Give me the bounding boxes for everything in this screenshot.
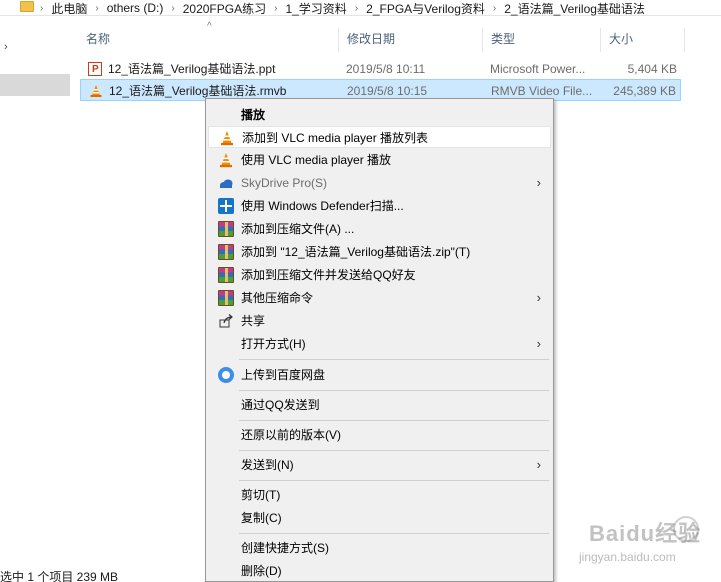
ppt-file-icon <box>88 59 102 81</box>
winrar-icon <box>218 290 234 306</box>
chevron-right-icon[interactable]: › <box>4 41 8 53</box>
file-size: 5,404 KB <box>627 62 677 76</box>
menu-item-label: 添加到 "12_语法篇_Verilog基础语法.zip"(T) <box>241 245 471 259</box>
status-bar: 选中 1 个项目 239 MB <box>0 570 119 582</box>
menu-item-label: SkyDrive Pro(S) <box>241 176 328 190</box>
menu-item-label: 创建快捷方式(S) <box>241 541 329 555</box>
menu-item-label: 复制(C) <box>241 511 282 525</box>
winrar-icon <box>218 244 234 260</box>
navigation-pane[interactable]: › <box>0 17 70 582</box>
menu-item-copy[interactable]: 复制(C) <box>208 507 551 529</box>
menu-item-restore-versions[interactable]: 还原以前的版本(V) <box>208 424 551 446</box>
column-type[interactable]: 类型 <box>483 24 515 54</box>
context-menu[interactable]: 播放 添加到 VLC media player 播放列表 使用 VLC medi… <box>205 98 554 582</box>
menu-item-label: 添加到 VLC media player 播放列表 <box>242 131 429 145</box>
menu-item-vlc-add-playlist[interactable]: 添加到 VLC media player 播放列表 <box>208 126 551 148</box>
menu-item-add-zip[interactable]: 添加到 "12_语法篇_Verilog基础语法.zip"(T) <box>208 241 551 263</box>
menu-item-open-with[interactable]: 打开方式(H) › <box>208 333 551 355</box>
menu-separator <box>239 480 549 481</box>
menu-item-play[interactable]: 播放 <box>208 104 551 126</box>
menu-item-label: 发送到(N) <box>241 458 294 472</box>
column-divider[interactable] <box>684 28 685 52</box>
address-bar[interactable]: › 此电脑 › others (D:) › 2020FPGA练习 › 1_学习资… <box>0 0 721 16</box>
menu-item-skydrive-pro[interactable]: SkyDrive Pro(S) › <box>208 172 551 194</box>
breadcrumb-item[interactable]: 2_语法篇_Verilog基础语法 <box>504 0 645 17</box>
menu-item-label: 还原以前的版本(V) <box>241 428 341 442</box>
menu-item-label: 添加到压缩文件并发送给QQ好友 <box>241 268 416 282</box>
menu-item-cut[interactable]: 剪切(T) <box>208 484 551 506</box>
menu-item-send-to[interactable]: 发送到(N) › <box>208 454 551 476</box>
menu-item-label: 上传到百度网盘 <box>241 368 326 382</box>
breadcrumb-item[interactable]: 2_FPGA与Verilog资料 <box>366 0 485 17</box>
share-icon <box>219 314 233 328</box>
chevron-right-icon: › <box>536 175 541 190</box>
menu-item-send-via-qq[interactable]: 通过QQ发送到 <box>208 394 551 416</box>
breadcrumb-item[interactable]: others (D:) <box>107 1 164 15</box>
watermark: Baidu经验 jingyan.baidu.com <box>555 512 715 576</box>
menu-item-label: 打开方式(H) <box>241 337 306 351</box>
menu-item-label: 删除(D) <box>241 564 282 578</box>
chevron-right-icon[interactable]: › <box>355 3 358 14</box>
menu-item-baidu-upload[interactable]: 上传到百度网盘 <box>208 364 551 386</box>
menu-item-add-archive[interactable]: 添加到压缩文件(A) ... <box>208 218 551 240</box>
menu-separator <box>239 450 549 451</box>
baidu-netdisk-icon <box>218 367 234 383</box>
menu-item-defender-scan[interactable]: 使用 Windows Defender扫描... <box>208 195 551 217</box>
menu-item-other-archive[interactable]: 其他压缩命令 › <box>208 287 551 309</box>
watermark-text: Baidu经验 <box>589 521 702 546</box>
vlc-icon <box>220 153 232 168</box>
menu-item-label: 添加到压缩文件(A) ... <box>241 222 355 236</box>
menu-item-vlc-play[interactable]: 使用 VLC media player 播放 <box>208 149 551 171</box>
vlc-icon <box>221 131 233 146</box>
menu-item-label: 通过QQ发送到 <box>241 398 320 412</box>
chevron-right-icon[interactable]: › <box>40 3 43 14</box>
menu-item-label: 使用 VLC media player 播放 <box>241 153 392 167</box>
baidu-paw-icon <box>673 516 699 542</box>
menu-item-share[interactable]: 共享 <box>208 310 551 332</box>
winrar-icon <box>218 267 234 283</box>
column-size[interactable]: 大小 <box>601 24 633 54</box>
chevron-right-icon[interactable]: › <box>493 3 496 14</box>
column-date[interactable]: 修改日期 <box>339 24 395 54</box>
file-date: 2019/5/8 10:11 <box>346 62 426 76</box>
breadcrumb-item[interactable]: 1_学习资料 <box>285 0 346 17</box>
menu-item-label: 剪切(T) <box>241 488 281 502</box>
chevron-right-icon: › <box>536 457 541 472</box>
file-size: 245,389 KB <box>613 84 676 98</box>
menu-separator <box>239 420 549 421</box>
chevron-right-icon[interactable]: › <box>95 3 98 14</box>
sort-ascending-icon: ^ <box>207 21 212 32</box>
breadcrumb-item[interactable]: 2020FPGA练习 <box>183 0 266 17</box>
folder-icon <box>20 1 34 12</box>
file-row[interactable]: 12_语法篇_Verilog基础语法.ppt 2019/5/8 10:11 Mi… <box>80 58 681 81</box>
menu-item-delete[interactable]: 删除(D) <box>208 560 551 582</box>
column-header: 名称 修改日期 类型 大小 <box>78 24 685 54</box>
menu-separator <box>239 533 549 534</box>
menu-separator <box>239 359 549 360</box>
winrar-icon <box>218 221 234 237</box>
windows-defender-icon <box>218 198 234 214</box>
vlc-file-icon <box>90 85 102 97</box>
file-type: Microsoft Power... <box>490 62 586 76</box>
nav-item-selected[interactable] <box>0 74 70 96</box>
menu-separator <box>239 390 549 391</box>
file-name: 12_语法篇_Verilog基础语法.ppt <box>108 62 276 76</box>
menu-item-create-shortcut[interactable]: 创建快捷方式(S) <box>208 537 551 559</box>
chevron-right-icon: › <box>536 336 541 351</box>
chevron-right-icon[interactable]: › <box>274 3 277 14</box>
menu-item-label: 共享 <box>241 314 266 328</box>
chevron-right-icon: › <box>536 290 541 305</box>
menu-item-label: 其他压缩命令 <box>241 291 314 305</box>
breadcrumb: › 此电脑 › others (D:) › 2020FPGA练习 › 1_学习资… <box>40 0 645 16</box>
watermark-url: jingyan.baidu.com <box>579 550 676 564</box>
menu-item-label: 播放 <box>241 108 266 122</box>
column-name[interactable]: 名称 <box>78 24 110 54</box>
breadcrumb-item[interactable]: 此电脑 <box>51 0 87 17</box>
chevron-right-icon[interactable]: › <box>171 3 174 14</box>
menu-item-archive-send-qq[interactable]: 添加到压缩文件并发送给QQ好友 <box>208 264 551 286</box>
menu-item-label: 使用 Windows Defender扫描... <box>241 199 404 213</box>
skydrive-icon <box>220 179 233 188</box>
